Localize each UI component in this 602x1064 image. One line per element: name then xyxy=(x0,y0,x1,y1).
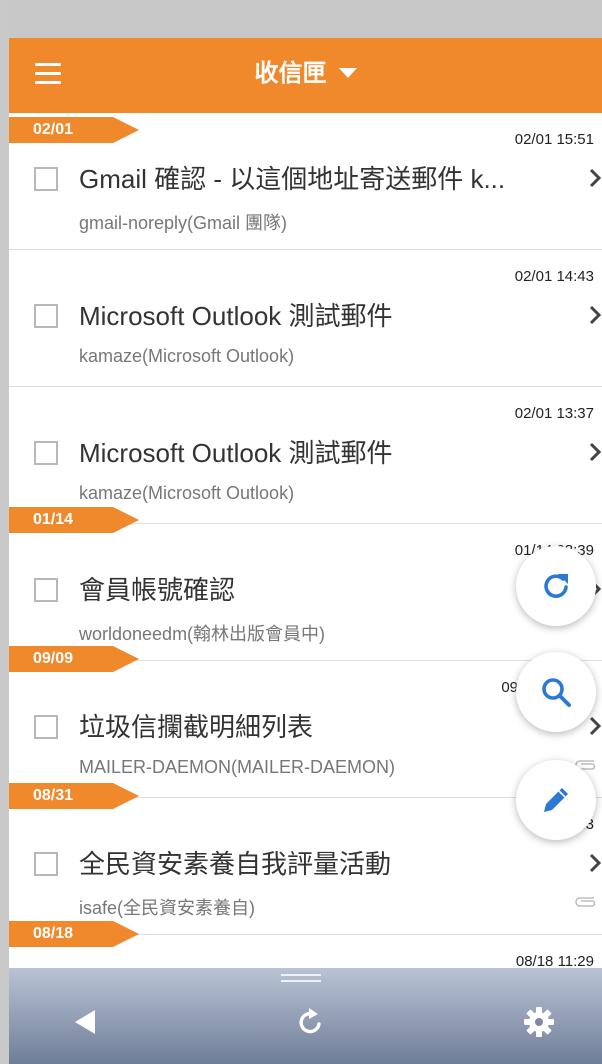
email-subject: 會員帳號確認 xyxy=(79,575,236,605)
caret-down-icon xyxy=(338,67,357,78)
email-checkbox[interactable] xyxy=(34,715,58,739)
email-checkbox[interactable] xyxy=(34,304,58,328)
chevron-right-icon xyxy=(589,716,602,736)
email-checkbox[interactable] xyxy=(34,852,58,876)
app-header: 收信匣 xyxy=(9,38,602,113)
status-bar xyxy=(9,0,602,38)
search-icon xyxy=(542,678,571,707)
email-sender: kamaze(Microsoft Outlook) xyxy=(79,346,295,366)
refresh-icon xyxy=(544,574,568,598)
page-title: 收信匣 xyxy=(254,60,327,87)
email-subject: Microsoft Outlook 測試郵件 xyxy=(79,301,393,331)
email-row[interactable]: 02/01 14:43 Microsoft Outlook 測試郵件 kamaz… xyxy=(9,250,602,387)
email-subject: 全民資安素養自我評量活動 xyxy=(79,849,392,879)
email-list: 02/01 15:51 Gmail 確認 - 以這個地址寄送郵件 k... gm… xyxy=(9,113,602,968)
email-row[interactable]: 01/14 08:39 會員帳號確認 worldoneedm(翰林出版會員中) xyxy=(9,524,602,661)
back-triangle-icon[interactable] xyxy=(67,1002,107,1042)
gear-icon[interactable] xyxy=(519,1002,559,1042)
search-fab[interactable] xyxy=(516,652,596,732)
email-row[interactable]: 08/...3 全民資安素養自我評量活動 isafe(全民資安素養自) xyxy=(9,798,602,935)
left-border xyxy=(0,0,9,1064)
attachment-icon xyxy=(575,897,596,907)
pencil-icon xyxy=(544,788,568,812)
mail-app-screen: 收信匣 02/01 15:51 Gmail 確認 - 以這個地址寄送郵件 k..… xyxy=(0,0,602,1064)
refresh-fab[interactable] xyxy=(516,546,596,626)
drag-handle[interactable] xyxy=(281,974,321,984)
email-time: 02/01 15:51 xyxy=(514,131,594,148)
email-subject: Gmail 確認 - 以這個地址寄送郵件 k... xyxy=(79,164,506,194)
email-row[interactable]: 02/01 13:37 Microsoft Outlook 測試郵件 kamaz… xyxy=(9,387,602,524)
chevron-right-icon xyxy=(589,442,602,462)
chevron-right-icon xyxy=(589,305,602,325)
email-checkbox[interactable] xyxy=(34,578,58,602)
email-subject: 垃圾信攔截明細列表 xyxy=(79,712,314,742)
email-subject: Microsoft Outlook 測試郵件 xyxy=(79,438,393,468)
email-checkbox[interactable] xyxy=(34,167,58,191)
email-sender: isafe(全民資安素養自) xyxy=(79,898,256,918)
chevron-right-icon xyxy=(589,853,602,873)
email-sender: worldoneedm(翰林出版會員中) xyxy=(79,624,326,644)
email-sender: kamaze(Microsoft Outlook) xyxy=(79,483,295,503)
reload-icon[interactable] xyxy=(291,1002,331,1042)
compose-fab[interactable] xyxy=(516,760,596,840)
email-checkbox[interactable] xyxy=(34,441,58,465)
email-row[interactable]: 09 垃圾信攔截明細列表 MAILER-DAEMON(MAILER-DAEMON… xyxy=(9,661,602,798)
email-time: 02/01 14:43 xyxy=(514,268,594,285)
folder-selector[interactable]: 收信匣 xyxy=(9,56,602,92)
chevron-right-icon xyxy=(589,168,602,188)
email-sender: MAILER-DAEMON(MAILER-DAEMON) xyxy=(79,757,396,777)
email-sender: gmail-noreply(Gmail 團隊) xyxy=(79,213,288,233)
email-time: 08/18 11:29 xyxy=(515,953,594,968)
bottom-toolbar xyxy=(9,968,602,1064)
email-time: 02/01 13:37 xyxy=(514,405,594,422)
